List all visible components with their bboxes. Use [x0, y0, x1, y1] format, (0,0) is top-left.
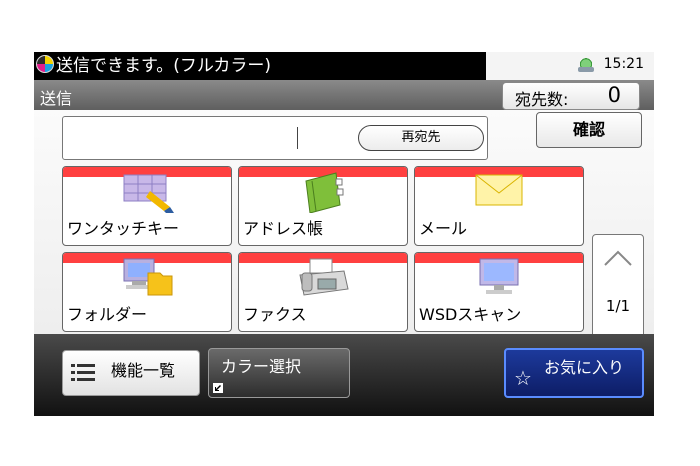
tile-one-touch-key[interactable]: ワンタッチキー — [62, 166, 232, 246]
tile-address-book[interactable]: アドレス帳 — [238, 166, 408, 246]
star-icon: ☆ — [514, 366, 532, 390]
clock: 15:21 — [603, 56, 644, 72]
tile-label: メール — [419, 219, 468, 238]
tile-label: ワンタッチキー — [67, 219, 180, 238]
fax-icon — [299, 258, 349, 296]
destination-count-value: 0 — [607, 83, 621, 107]
color-select-button[interactable]: カラー選択 — [208, 348, 350, 398]
destination-input[interactable]: 再宛先 — [62, 116, 488, 160]
status-right-panel: 15:21 — [486, 52, 654, 80]
destination-count-label: 宛先数: — [515, 90, 569, 109]
redial-button[interactable]: 再宛先 — [358, 125, 484, 151]
shortcut-arrow-icon — [213, 383, 223, 393]
tile-folder[interactable]: フォルダー — [62, 252, 232, 332]
function-list-label: 機能一覧 — [111, 361, 176, 380]
color-status-icon — [36, 55, 54, 73]
color-select-label: カラー選択 — [221, 357, 302, 376]
page-indicator: 1/1 — [605, 297, 631, 315]
chevron-up-icon[interactable] — [599, 239, 637, 279]
favorites-label: お気に入り — [544, 358, 625, 377]
text-cursor — [297, 127, 298, 149]
tile-label: WSDスキャン — [419, 305, 522, 324]
tile-wsd-scan[interactable]: WSDスキャン — [414, 252, 584, 332]
device-screen: 送信できます。(フルカラー) 15:21 送信 宛先数: 0 再宛先 確認 ワン… — [34, 52, 654, 416]
destination-count-button[interactable]: 宛先数: 0 — [502, 82, 640, 110]
title-bar: 送信 宛先数: 0 — [34, 80, 654, 110]
main-area: 再宛先 確認 ワンタッチキー アドレス帳 メール フォルダー ファクス WSDス… — [34, 110, 654, 384]
status-message: 送信できます。(フルカラー) — [36, 54, 486, 78]
tile-label: ファクス — [243, 305, 307, 324]
status-text: 送信できます。(フルカラー) — [56, 56, 272, 76]
network-icon — [578, 58, 594, 72]
tile-label: アドレス帳 — [243, 219, 324, 238]
favorites-button[interactable]: ☆ お気に入り — [504, 348, 644, 398]
page-title: 送信 — [40, 89, 73, 108]
folder-icon — [123, 258, 173, 296]
bottom-bar: 機能一覧 カラー選択 ☆ お気に入り — [34, 334, 654, 416]
list-icon — [71, 364, 95, 381]
tile-mail[interactable]: メール — [414, 166, 584, 246]
status-bar: 送信できます。(フルカラー) 15:21 — [34, 52, 654, 80]
one-touch-key-icon — [123, 174, 174, 213]
mail-icon — [475, 174, 523, 206]
function-list-button[interactable]: 機能一覧 — [62, 350, 200, 396]
confirm-button[interactable]: 確認 — [536, 112, 642, 148]
address-book-icon — [305, 172, 344, 213]
tile-label: フォルダー — [67, 305, 148, 324]
tile-fax[interactable]: ファクス — [238, 252, 408, 332]
wsd-scan-icon — [479, 258, 519, 294]
